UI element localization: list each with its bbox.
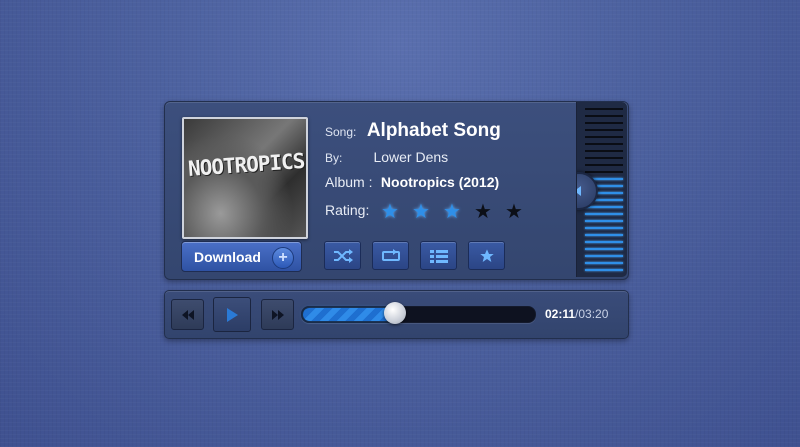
play-icon: [227, 307, 238, 322]
song-row: Song: Alphabet Song: [325, 120, 501, 142]
album-name: Nootropics (2012): [380, 174, 500, 190]
fast-forward-icon: [271, 309, 284, 320]
download-label: Download: [194, 248, 261, 265]
star-icon[interactable]: ★: [472, 201, 494, 223]
volume-tick: [585, 164, 623, 166]
volume-tick: [585, 157, 623, 159]
volume-tick: [585, 255, 623, 257]
star-icon[interactable]: ★: [441, 201, 463, 223]
album-art-text: NOOTROPICS: [187, 148, 306, 181]
fast-forward-button[interactable]: [261, 299, 294, 330]
album-art: NOOTROPICS: [182, 117, 308, 239]
song-label: Song:: [325, 125, 357, 139]
rewind-icon: [181, 309, 194, 320]
star-icon: [479, 248, 494, 262]
download-button[interactable]: Download +: [181, 241, 302, 272]
rating-row: Rating:: [325, 202, 369, 220]
volume-tick: [585, 122, 623, 124]
volume-tick: [585, 129, 623, 131]
current-time: 02:11: [545, 307, 576, 321]
volume-tick: [585, 206, 623, 208]
star-icon[interactable]: ★: [503, 201, 525, 223]
rewind-button[interactable]: [171, 299, 204, 330]
volume-tick: [585, 115, 623, 117]
volume-tick: [585, 108, 623, 110]
rating-stars[interactable]: ★ ★ ★ ★ ★: [379, 201, 525, 223]
volume-slider[interactable]: [576, 102, 627, 277]
progress-thumb[interactable]: [384, 302, 406, 324]
volume-tick: [585, 143, 623, 145]
list-icon: [429, 249, 448, 263]
progress-track[interactable]: [301, 302, 536, 324]
play-button[interactable]: [213, 297, 251, 332]
rating-label: Rating:: [325, 202, 370, 218]
album-label: Album :: [325, 174, 373, 190]
speaker-icon: [577, 186, 581, 196]
volume-tick: [585, 227, 623, 229]
volume-tick: [585, 248, 623, 250]
song-title: Alphabet Song: [366, 120, 501, 141]
transport-bar: 02:11/03:20: [164, 290, 629, 339]
time-display: 02:11/03:20: [545, 307, 608, 321]
volume-tick: [585, 220, 623, 222]
playlist-button[interactable]: [420, 241, 457, 270]
volume-tick: [585, 269, 623, 271]
volume-tick: [585, 234, 623, 236]
shuffle-icon: [333, 248, 353, 263]
plus-icon: +: [272, 247, 294, 269]
album-row: Album : Nootropics (2012): [325, 174, 499, 192]
by-label: By:: [325, 151, 343, 165]
volume-tick: [585, 136, 623, 138]
repeat-icon: [381, 248, 400, 261]
player-panel: NOOTROPICS Download + Song: Alphabet Son…: [164, 101, 629, 280]
shuffle-button[interactable]: [324, 241, 361, 270]
volume-tick: [585, 262, 623, 264]
volume-tick: [585, 213, 623, 215]
volume-tick: [585, 150, 623, 152]
repeat-button[interactable]: [372, 241, 409, 270]
artist-name: Lower Dens: [373, 149, 449, 165]
total-time: 03:20: [578, 307, 609, 321]
artist-row: By: Lower Dens: [325, 149, 448, 167]
progress-fill: [303, 308, 396, 321]
star-icon[interactable]: ★: [379, 201, 401, 223]
favorite-button[interactable]: [468, 241, 505, 270]
volume-tick: [585, 241, 623, 243]
volume-tick: [585, 171, 623, 173]
star-icon[interactable]: ★: [410, 201, 432, 223]
